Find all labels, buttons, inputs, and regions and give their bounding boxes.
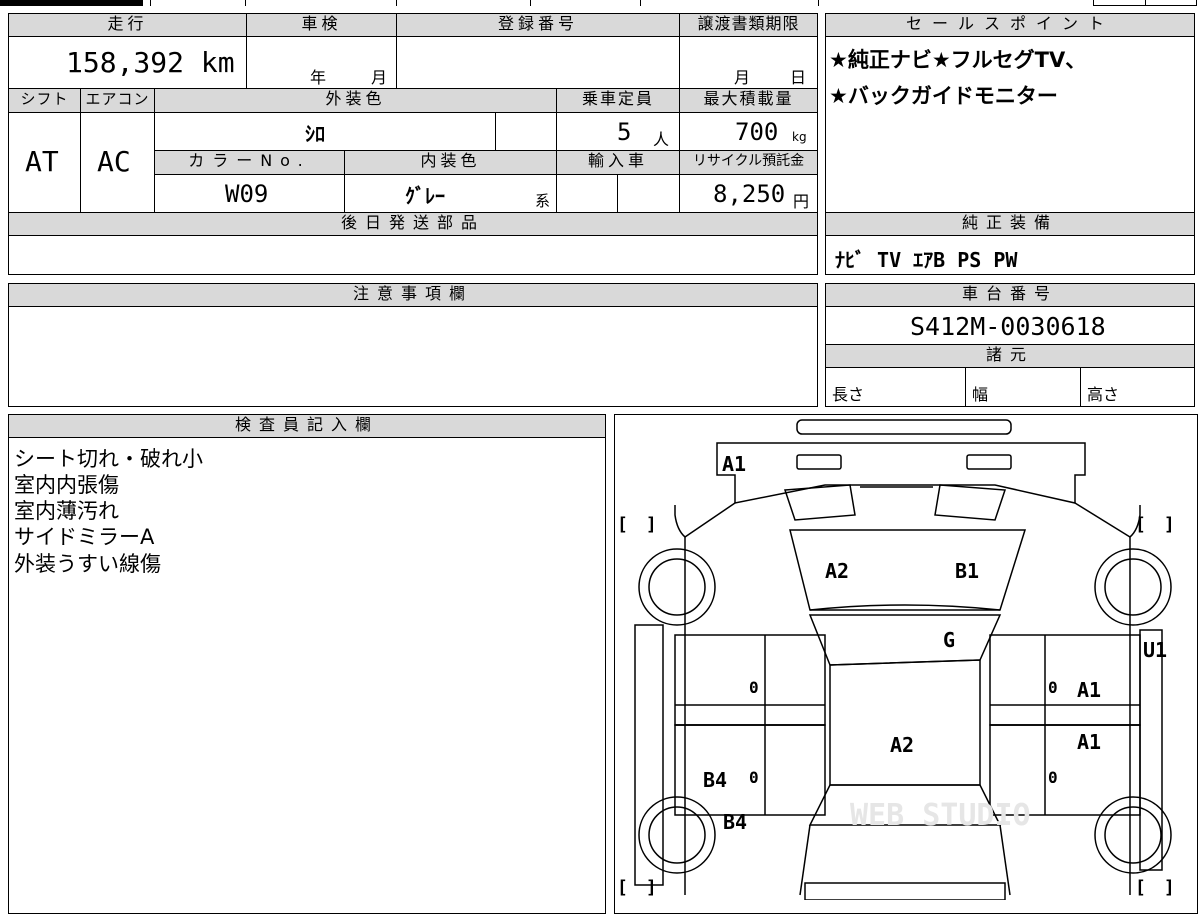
bracket-right-bottom: [ ] xyxy=(1135,877,1175,898)
inspection-month: 月 xyxy=(371,68,388,87)
mark-right-front-door: A1 xyxy=(1077,678,1101,702)
bracket-left-bottom: [ ] xyxy=(617,877,657,898)
exterior-value: ｼﾛ xyxy=(305,122,325,146)
inspection-header: 車検 xyxy=(247,14,396,36)
sales-point-line-1: ★純正ナビ★フルセグTV、 xyxy=(829,48,1087,72)
inspection-year: 年 xyxy=(310,68,327,87)
bracket-right-top: [ ] xyxy=(1135,514,1175,535)
color-no-header: カラーNo. xyxy=(155,151,344,174)
mark-left-rear-door: B4 xyxy=(703,768,727,792)
recycle-unit: 円 xyxy=(793,192,810,211)
equipment-header: 純正装備 xyxy=(826,213,1194,235)
sales-point-line-2: ★バックガイドモニター xyxy=(829,84,1058,108)
ac-value: AC xyxy=(97,145,131,178)
spec-length: 長さ xyxy=(832,385,865,404)
registration-header: 登録番号 xyxy=(397,14,679,36)
sales-point-header: セールスポイント xyxy=(826,14,1194,36)
load-value: 700 xyxy=(735,118,779,146)
chassis-number: S412M-0030618 xyxy=(910,312,1106,341)
mark-right-front-zero: 0 xyxy=(1048,678,1058,697)
transfer-day: 日 xyxy=(790,68,807,87)
exterior-header: 外装色 xyxy=(155,89,556,112)
interior-suffix: 系 xyxy=(535,192,551,210)
interior-value: ｸﾞﾚｰ xyxy=(405,184,445,208)
mark-left-rear-fender: B4 xyxy=(723,810,747,834)
mark-hood-right: B1 xyxy=(955,559,979,583)
transfer-header: 譲渡書類期限 xyxy=(680,14,817,36)
capacity-value: 5 xyxy=(617,118,632,146)
mark-right-rear-door: A1 xyxy=(1077,730,1101,754)
shift-value: AT xyxy=(25,145,59,178)
load-unit: kg xyxy=(792,130,807,144)
recycle-header: リサイクル預託金 xyxy=(680,151,817,174)
later-parts-header: 後日発送部品 xyxy=(9,213,817,235)
spec-height: 高さ xyxy=(1087,385,1120,404)
mark-left-rear-zero: 0 xyxy=(749,768,759,787)
specs-header: 諸元 xyxy=(826,345,1194,367)
mileage-header: 走行 xyxy=(9,14,246,36)
watermark: WEB STUDIO xyxy=(850,798,1031,833)
transfer-month: 月 xyxy=(734,68,751,87)
mileage-value: 158,392 km xyxy=(66,46,235,79)
interior-header: 内装色 xyxy=(345,151,556,174)
inspector-line-5: 外装うすい線傷 xyxy=(14,552,161,576)
notes-header: 注意事項欄 xyxy=(9,284,817,306)
capacity-unit: 人 xyxy=(653,130,670,149)
spec-width: 幅 xyxy=(972,385,989,404)
mark-windshield: G xyxy=(943,628,955,652)
capacity-header: 乗車定員 xyxy=(557,89,679,112)
mark-right-rear-zero: 0 xyxy=(1048,768,1058,787)
mark-front-bumper: A1 xyxy=(722,452,746,476)
car-diagram: WEB STUDIO [ ] [ ] [ ] [ ] A1 A2 B1 G U1… xyxy=(617,419,1175,900)
equipment-value: ﾅﾋﾞ TV ｴｱB PS PW xyxy=(835,248,1018,272)
bracket-left-top: [ ] xyxy=(617,514,657,535)
load-header: 最大積載量 xyxy=(680,89,817,112)
mark-right-edge: U1 xyxy=(1143,638,1167,662)
mark-hood-left: A2 xyxy=(825,559,849,583)
shift-header: シフト xyxy=(9,89,80,112)
inspector-header: 検査員記入欄 xyxy=(9,415,605,437)
mark-left-front-zero: 0 xyxy=(749,678,759,697)
color-no-value: W09 xyxy=(225,180,269,208)
ac-header: エアコン xyxy=(81,89,154,112)
inspector-line-4: サイドミラーA xyxy=(14,525,155,549)
header-strip xyxy=(0,0,143,6)
mark-roof: A2 xyxy=(890,733,914,757)
chassis-header: 車台番号 xyxy=(826,284,1194,306)
recycle-value: 8,250 xyxy=(713,180,786,208)
import-header: 輸入車 xyxy=(557,151,679,174)
